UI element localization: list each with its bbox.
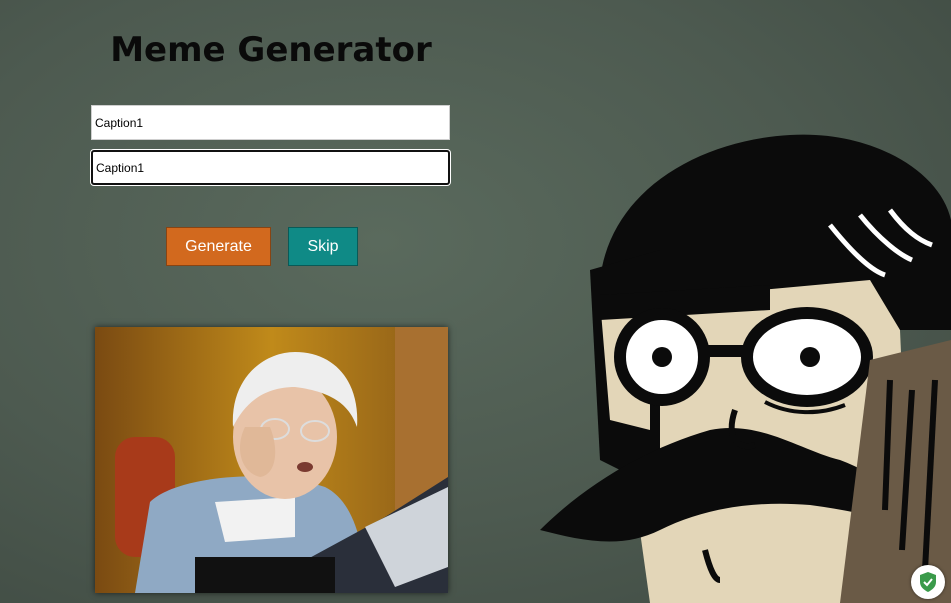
page-title: Meme Generator xyxy=(110,30,432,70)
caption2-input[interactable] xyxy=(91,150,450,185)
shield-check-icon[interactable] xyxy=(911,565,945,599)
background-cartoon-character xyxy=(540,134,951,603)
meme-image xyxy=(95,327,448,593)
generate-button[interactable]: Generate xyxy=(166,227,271,266)
skip-button[interactable]: Skip xyxy=(288,227,358,266)
caption1-input[interactable] xyxy=(91,105,450,140)
